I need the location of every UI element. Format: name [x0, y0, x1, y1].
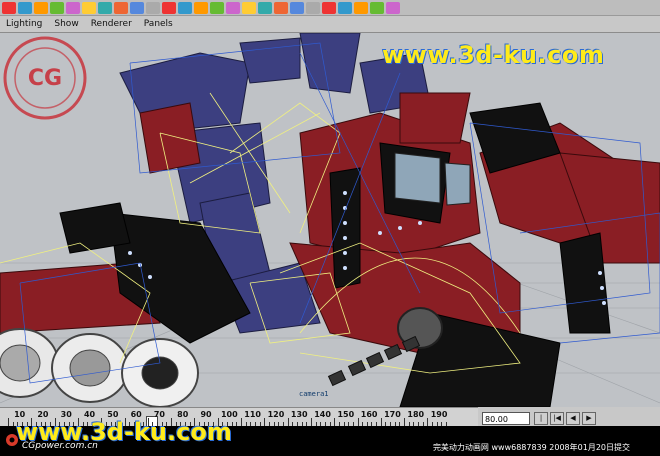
- stamp-logo: CG: [3, 36, 87, 120]
- watermark-top: www.3d-ku.com: [382, 41, 605, 69]
- shelf-icon-22[interactable]: [338, 1, 352, 14]
- shelf-icon-24[interactable]: [370, 1, 384, 14]
- shelf-icon-17[interactable]: [258, 1, 272, 14]
- shelf-icon-10[interactable]: [146, 1, 160, 14]
- shelf-icon-19[interactable]: [290, 1, 304, 14]
- shelf-icon-18[interactable]: [274, 1, 288, 14]
- shelf-icon-11[interactable]: [162, 1, 176, 14]
- shelf-icon-9[interactable]: [130, 1, 144, 14]
- current-frame-field[interactable]: 80.00: [482, 412, 530, 425]
- tread: [327, 335, 421, 387]
- shelf-icon-3[interactable]: [34, 1, 48, 14]
- stamp-cg: CG: [28, 66, 62, 91]
- shelf-icon-16[interactable]: [242, 1, 256, 14]
- shelf-icon-7[interactable]: [98, 1, 112, 14]
- timeline-tick: [404, 418, 406, 426]
- shelf-icon-2[interactable]: [18, 1, 32, 14]
- timeline-tick: [8, 418, 9, 426]
- timeline-tick: [427, 418, 429, 426]
- shelf-icon-25[interactable]: [386, 1, 400, 14]
- menu-panels[interactable]: Panels: [138, 19, 179, 29]
- 3d-viewport[interactable]: camera1 www.3d-ku.com CG: [0, 33, 660, 407]
- timeline-tick-label: 130: [290, 410, 308, 419]
- timeline-tick: [241, 418, 242, 426]
- timeline-tick: [380, 418, 382, 426]
- shelf-icon-1[interactable]: [2, 1, 16, 14]
- shelf-icon-5[interactable]: [66, 1, 80, 14]
- shelf-icon-12[interactable]: [178, 1, 192, 14]
- viewport-render: [0, 33, 660, 407]
- timeline-tick-label: 140: [314, 410, 331, 419]
- panel-menubar: Lighting Show Renderer Panels: [0, 16, 660, 33]
- timeline-tick-label: 150: [337, 410, 355, 419]
- timeline-tick: [334, 418, 336, 426]
- shelf-toolbar: [0, 0, 660, 16]
- shelf-icon-20[interactable]: [306, 1, 320, 14]
- timeline-tick-label: 160: [360, 410, 378, 419]
- shelf-icon-21[interactable]: [322, 1, 336, 14]
- menu-show[interactable]: Show: [48, 19, 84, 29]
- play-forward-button[interactable]: ▶: [582, 412, 596, 425]
- camera-label: camera1: [299, 390, 329, 398]
- watermark-bottom: www.3d-ku.com: [16, 418, 232, 446]
- submission-credit: 完美动力动画网 www6887839 2008年01月20日提交: [432, 443, 630, 452]
- play-back-button[interactable]: ◀: [566, 412, 580, 425]
- shelf-icon-4[interactable]: [50, 1, 64, 14]
- shelf-icon-23[interactable]: [354, 1, 368, 14]
- timeline-tick: [264, 418, 266, 426]
- shelf-icon-14[interactable]: [210, 1, 224, 14]
- timeline-tick-label: 190: [430, 410, 448, 419]
- timeline-tick-label: 120: [267, 410, 285, 419]
- timeline-tick: [310, 418, 312, 426]
- timeline-tick: [287, 418, 289, 426]
- shelf-icon-8[interactable]: [114, 1, 128, 14]
- go-to-start-button[interactable]: |◀◀: [534, 412, 548, 433]
- shelf-icon-6[interactable]: [82, 1, 96, 14]
- timeline-tick-label: 170: [384, 410, 401, 419]
- step-back-button[interactable]: |◀: [550, 412, 564, 425]
- shelf-icon-13[interactable]: [194, 1, 208, 14]
- menu-renderer[interactable]: Renderer: [85, 19, 138, 29]
- timeline-tick-label: 110: [244, 410, 261, 419]
- menu-lighting[interactable]: Lighting: [0, 19, 48, 29]
- timeline-tick: [357, 418, 359, 426]
- shelf-icon-15[interactable]: [226, 1, 240, 14]
- timeline-tick-label: 180: [407, 410, 425, 419]
